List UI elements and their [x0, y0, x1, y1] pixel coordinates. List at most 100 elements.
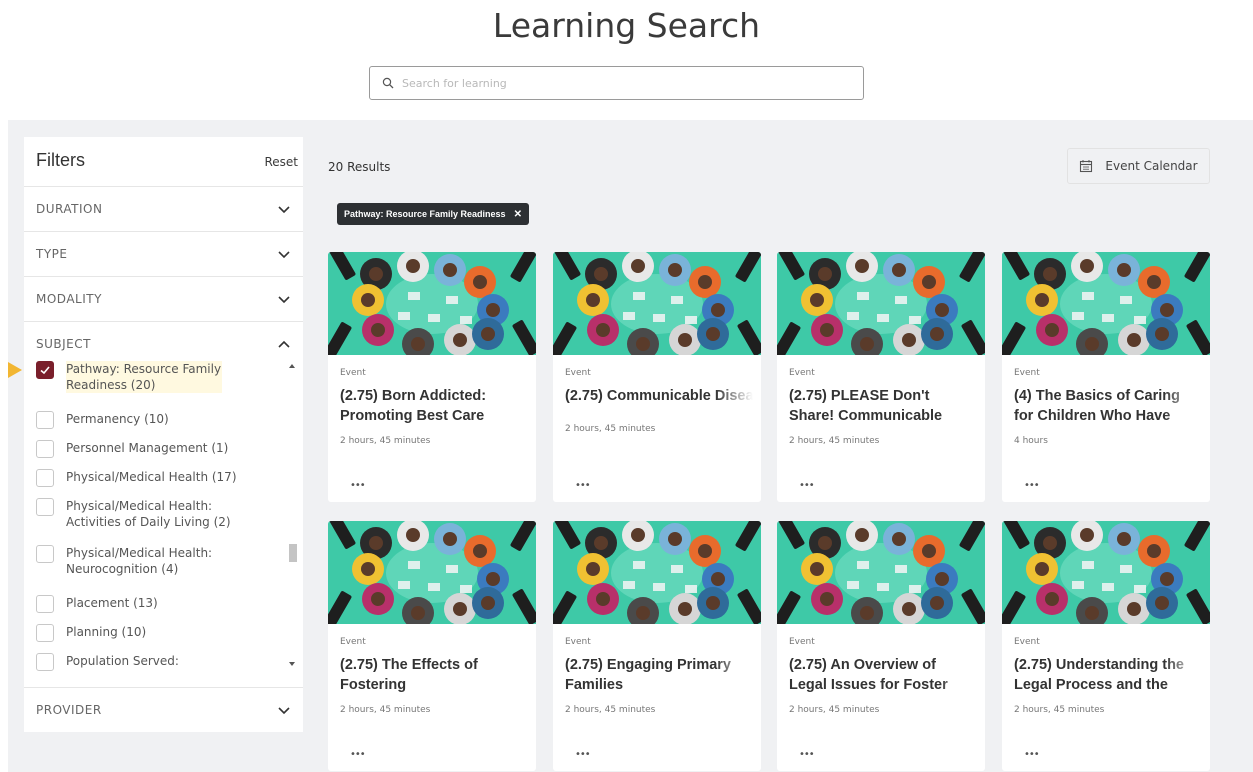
more-options-icon[interactable]: •••: [575, 480, 591, 491]
card-title-line: for Children Who Have: [1014, 408, 1171, 424]
card-thumbnail: [553, 252, 761, 355]
learning-card[interactable]: Event (2.75) Born Addicted: Promoting Best…: [328, 252, 536, 502]
checkbox[interactable]: [36, 361, 54, 379]
card-title-line: Families: [565, 677, 624, 693]
card-type: Event: [1014, 368, 1040, 378]
filter-section-label: DURATION: [36, 201, 103, 216]
card-type: Event: [789, 637, 815, 647]
more-options-icon[interactable]: •••: [1024, 480, 1040, 491]
checkbox[interactable]: [36, 440, 54, 458]
chevron-down-icon: [278, 250, 290, 258]
event-calendar-label: Event Calendar: [1105, 159, 1198, 173]
checkbox[interactable]: [36, 498, 54, 516]
learning-card[interactable]: Event (2.75) Communicable Disea 2 hours, 4…: [553, 252, 761, 502]
card-title-line: (4) The Basics of Caring: [1014, 388, 1180, 404]
more-options-icon[interactable]: •••: [350, 480, 366, 491]
close-icon[interactable]: ✕: [514, 209, 522, 220]
more-options-icon[interactable]: •••: [350, 749, 366, 760]
calendar-icon: [1080, 160, 1093, 173]
checkbox[interactable]: [36, 653, 54, 671]
card-title-line: Legal Process and the: [1014, 677, 1168, 693]
subject-option-label: Population Served:: [66, 654, 179, 668]
active-filter-chip-label: Pathway: Resource Family Readiness: [344, 209, 506, 219]
learning-card[interactable]: Event (2.75) An Overview of Legal Issues f…: [777, 521, 985, 771]
card-duration: 2 hours, 45 minutes: [565, 705, 656, 715]
more-options-icon[interactable]: •••: [799, 749, 815, 760]
subject-option[interactable]: Population Served:: [36, 653, 266, 671]
subject-option[interactable]: Personnel Management (1): [36, 440, 266, 458]
checkbox[interactable]: [36, 595, 54, 613]
card-title-line: (2.75) Born Addicted:: [340, 388, 487, 404]
filter-section-label: SUBJECT: [36, 336, 91, 351]
card-type: Event: [1014, 637, 1040, 647]
subject-option[interactable]: Permanency (10): [36, 411, 266, 429]
card-title: (4) The Basics of Caring for Children Who…: [1014, 386, 1202, 426]
card-title-line: (2.75) Understanding the: [1014, 657, 1184, 673]
chevron-down-icon: [278, 295, 290, 303]
active-filter-chip[interactable]: Pathway: Resource Family Readiness ✕: [337, 203, 529, 225]
filter-section-type[interactable]: TYPE: [24, 231, 303, 275]
subject-list-scrollbar[interactable]: [288, 360, 298, 670]
scroll-down-icon[interactable]: [289, 662, 295, 666]
checkbox[interactable]: [36, 624, 54, 642]
filter-section-label: PROVIDER: [36, 702, 102, 717]
subject-options-list[interactable]: Pathway: Resource Family Readiness (20) …: [24, 361, 303, 687]
subject-option[interactable]: Physical/Medical Health (17): [36, 469, 266, 487]
filter-section-duration[interactable]: DURATION: [24, 186, 303, 230]
filter-section-subject[interactable]: SUBJECT: [24, 321, 303, 365]
results-count: 20 Results: [328, 160, 391, 174]
learning-card[interactable]: Event (2.75) Understanding the Legal Proce…: [1002, 521, 1210, 771]
subject-option[interactable]: Pathway: Resource Family Readiness (20): [36, 361, 222, 393]
subject-option-label: Physical/Medical Health: Activities of D…: [66, 499, 231, 529]
learning-card[interactable]: Event (4) The Basics of Caring for Childre…: [1002, 252, 1210, 502]
learning-card[interactable]: Event (2.75) Engaging Primary Families 2 ho…: [553, 521, 761, 771]
learning-card[interactable]: Event (2.75) PLEASE Don't Share! Communica…: [777, 252, 985, 502]
card-title: (2.75) Engaging Primary Families: [565, 655, 753, 695]
card-title-line: Share! Communicable: [789, 408, 943, 424]
card-title-line: (2.75) PLEASE Don't: [789, 388, 930, 404]
subject-option-label: Permanency (10): [66, 412, 169, 426]
learning-card[interactable]: Event (2.75) The Effects of Fostering 2 hou…: [328, 521, 536, 771]
card-thumbnail: [553, 521, 761, 624]
card-duration: 2 hours, 45 minutes: [340, 705, 431, 715]
scroll-thumb[interactable]: [289, 544, 297, 562]
subject-option-label: Pathway: Resource Family Readiness (20): [66, 361, 222, 393]
subject-option[interactable]: Placement (13): [36, 595, 266, 613]
checkbox[interactable]: [36, 469, 54, 487]
filters-title: Filters: [36, 150, 85, 170]
page-title: Learning Search: [492, 6, 761, 45]
subject-option[interactable]: Physical/Medical Health: Activities of D…: [36, 498, 266, 530]
card-thumbnail: [777, 252, 985, 355]
search-box[interactable]: [369, 66, 864, 100]
card-title: (2.75) The Effects of Fostering: [340, 655, 528, 695]
card-duration: 2 hours, 45 minutes: [789, 705, 880, 715]
subject-option[interactable]: Physical/Medical Health: Neurocognition …: [36, 545, 216, 577]
event-calendar-button[interactable]: Event Calendar: [1067, 148, 1210, 184]
card-title: (2.75) An Overview of Legal Issues for Fo…: [789, 655, 977, 695]
subject-option[interactable]: Planning (10): [36, 624, 266, 642]
scroll-up-icon[interactable]: [289, 364, 295, 368]
checkbox[interactable]: [36, 545, 54, 563]
reset-button[interactable]: Reset: [264, 155, 298, 169]
card-duration: 2 hours, 45 minutes: [789, 436, 880, 446]
subject-option-label: Physical/Medical Health (17): [66, 470, 237, 484]
card-title-line: (2.75) The Effects of: [340, 657, 478, 673]
card-type: Event: [340, 368, 366, 378]
more-options-icon[interactable]: •••: [799, 480, 815, 491]
checkbox[interactable]: [36, 411, 54, 429]
more-options-icon[interactable]: •••: [1024, 749, 1040, 760]
more-options-icon[interactable]: •••: [575, 749, 591, 760]
chevron-down-icon: [278, 706, 290, 714]
filter-section-provider[interactable]: PROVIDER: [24, 687, 303, 731]
card-duration: 4 hours: [1014, 436, 1048, 446]
card-title: (2.75) Understanding the Legal Process an…: [1014, 655, 1202, 695]
card-title-line: Promoting Best Care: [340, 408, 485, 424]
card-title: (2.75) Communicable Disea: [565, 386, 753, 406]
chevron-down-icon: [278, 205, 290, 213]
filter-section-modality[interactable]: MODALITY: [24, 276, 303, 320]
card-title: (2.75) Born Addicted: Promoting Best Care: [340, 386, 528, 426]
card-title-line: Legal Issues for Foster: [789, 677, 948, 693]
card-title-line: (2.75) An Overview of: [789, 657, 936, 673]
card-title-line: (2.75) Communicable Disea: [565, 388, 753, 404]
search-input[interactable]: [402, 76, 842, 90]
